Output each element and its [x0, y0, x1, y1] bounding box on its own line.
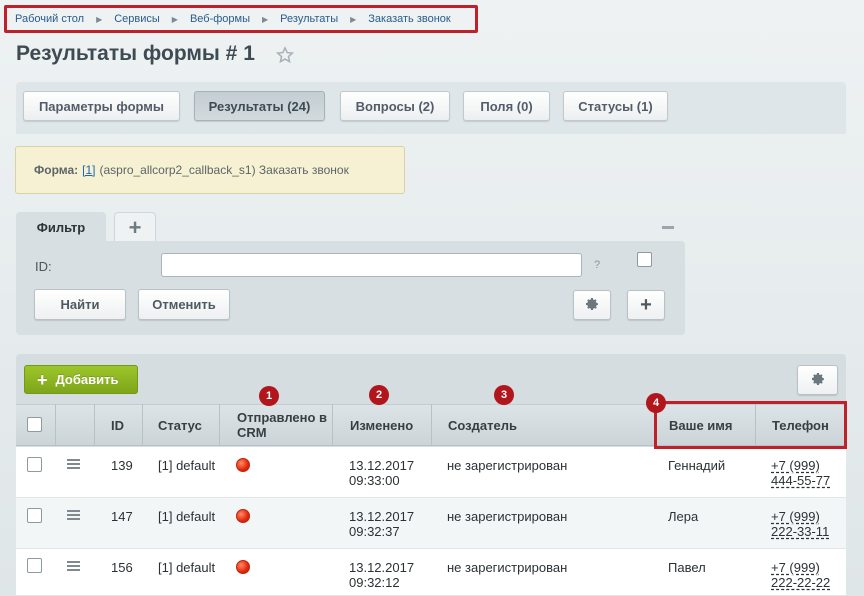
- annotation-marker-3: 3: [494, 385, 514, 405]
- filter-add-button[interactable]: +: [627, 290, 665, 320]
- form-info-label: Форма:: [34, 163, 79, 177]
- cell-phone-number[interactable]: 222-22-22: [771, 575, 830, 590]
- row-checkbox[interactable]: [27, 558, 42, 573]
- tab-statuses[interactable]: Статусы (1): [563, 91, 668, 121]
- column-header-crm[interactable]: Отправлено в CRM: [220, 404, 333, 446]
- annotation-marker-4: 4: [646, 393, 666, 413]
- cell-phone-code[interactable]: +7 (999): [771, 458, 820, 473]
- cell-status: [1] default: [158, 458, 216, 473]
- tab-fields[interactable]: Поля (0): [463, 91, 550, 121]
- form-info-box: Форма: [1] (aspro_allcorp2_callback_s1) …: [15, 146, 405, 194]
- cell-creator: не зарегистрирован: [447, 509, 568, 524]
- cell-creator: не зарегистрирован: [447, 560, 568, 575]
- filter-id-label: ID:: [35, 259, 52, 274]
- annotation-marker-1: 1: [259, 386, 279, 406]
- crm-status-icon: [236, 509, 250, 523]
- breadcrumb-item-services[interactable]: Сервисы: [114, 13, 160, 25]
- cell-phone-number[interactable]: 444-55-77: [771, 473, 830, 488]
- breadcrumb-item-web-forms[interactable]: Веб-формы: [190, 13, 250, 25]
- cell-changed-time: 09:32:37: [349, 524, 400, 539]
- cell-status: [1] default: [158, 560, 216, 575]
- header-actions-cell: [56, 404, 95, 446]
- select-all-checkbox[interactable]: [27, 417, 42, 432]
- cell-phone-code[interactable]: +7 (999): [771, 560, 820, 575]
- highlight-box: [654, 401, 847, 449]
- tab-form-params[interactable]: Параметры формы: [23, 91, 180, 121]
- minimize-icon[interactable]: [662, 226, 674, 229]
- gear-icon: [584, 296, 600, 315]
- breadcrumb: Рабочий стол ▶ Сервисы ▶ Веб-формы ▶ Рез…: [4, 5, 478, 33]
- table-settings-button[interactable]: [797, 365, 838, 395]
- crm-status-icon: [236, 458, 250, 472]
- add-button-label: Добавить: [55, 372, 119, 387]
- filter-settings-button[interactable]: [573, 290, 611, 320]
- plus-icon: +: [37, 369, 48, 390]
- column-header-creator[interactable]: Создатель: [432, 404, 657, 446]
- cell-name: Павел: [668, 560, 706, 575]
- chevron-right-icon: ▶: [96, 14, 103, 24]
- filter-help-icon[interactable]: ?: [594, 259, 600, 271]
- find-button[interactable]: Найти: [34, 289, 126, 320]
- column-header-id[interactable]: ID: [95, 404, 143, 446]
- annotation-marker-2: 2: [369, 385, 389, 405]
- filter-id-input[interactable]: [161, 253, 582, 277]
- filter-add-tab[interactable]: +: [114, 212, 156, 242]
- form-info-text: (aspro_allcorp2_callback_s1) Заказать зв…: [99, 163, 349, 177]
- menu-icon[interactable]: [67, 561, 80, 573]
- cell-changed-time: 09:32:12: [349, 575, 400, 590]
- chevron-right-icon: ▶: [262, 14, 269, 24]
- column-header-status[interactable]: Статус: [143, 404, 220, 446]
- form-info-link[interactable]: [1]: [82, 163, 95, 177]
- breadcrumb-item-results[interactable]: Результаты: [280, 13, 338, 25]
- header-checkbox-cell: [16, 404, 56, 446]
- filter-checkbox[interactable]: [637, 252, 652, 267]
- cell-changed-time: 09:33:00: [349, 473, 400, 488]
- tab-questions[interactable]: Вопросы (2): [340, 91, 450, 121]
- filter-tab[interactable]: Фильтр: [16, 212, 106, 242]
- cell-creator: не зарегистрирован: [447, 458, 568, 473]
- cell-id: 156: [111, 560, 133, 575]
- cell-changed-date: 13.12.2017: [349, 458, 415, 473]
- page-title: Результаты формы # 1: [16, 42, 255, 65]
- cell-name: Лера: [668, 509, 699, 524]
- breadcrumb-item-desktop[interactable]: Рабочий стол: [15, 13, 84, 25]
- table-row[interactable]: [16, 549, 846, 596]
- tab-results[interactable]: Результаты (24): [194, 91, 325, 121]
- cell-status: [1] default: [158, 509, 216, 524]
- cell-id: 139: [111, 458, 133, 473]
- gear-icon: [810, 371, 826, 390]
- crm-status-icon: [236, 560, 250, 574]
- cancel-button[interactable]: Отменить: [138, 289, 230, 320]
- column-header-changed[interactable]: Изменено: [333, 404, 432, 446]
- row-checkbox[interactable]: [27, 457, 42, 472]
- cell-id: 147: [111, 509, 133, 524]
- cell-changed-date: 13.12.2017: [349, 509, 415, 524]
- star-icon[interactable]: [275, 46, 295, 67]
- cell-phone-code[interactable]: +7 (999): [771, 509, 820, 524]
- chevron-right-icon: ▶: [350, 14, 357, 24]
- add-button[interactable]: + Добавить: [24, 365, 138, 394]
- cell-phone-number[interactable]: 222-33-11: [771, 524, 829, 539]
- row-checkbox[interactable]: [27, 508, 42, 523]
- menu-icon[interactable]: [67, 510, 80, 522]
- breadcrumb-item-call-order[interactable]: Заказать звонок: [368, 13, 450, 25]
- chevron-right-icon: ▶: [171, 14, 178, 24]
- table-row[interactable]: [16, 498, 846, 549]
- cell-changed-date: 13.12.2017: [349, 560, 415, 575]
- cell-name: Геннадий: [668, 458, 726, 473]
- menu-icon[interactable]: [67, 459, 80, 471]
